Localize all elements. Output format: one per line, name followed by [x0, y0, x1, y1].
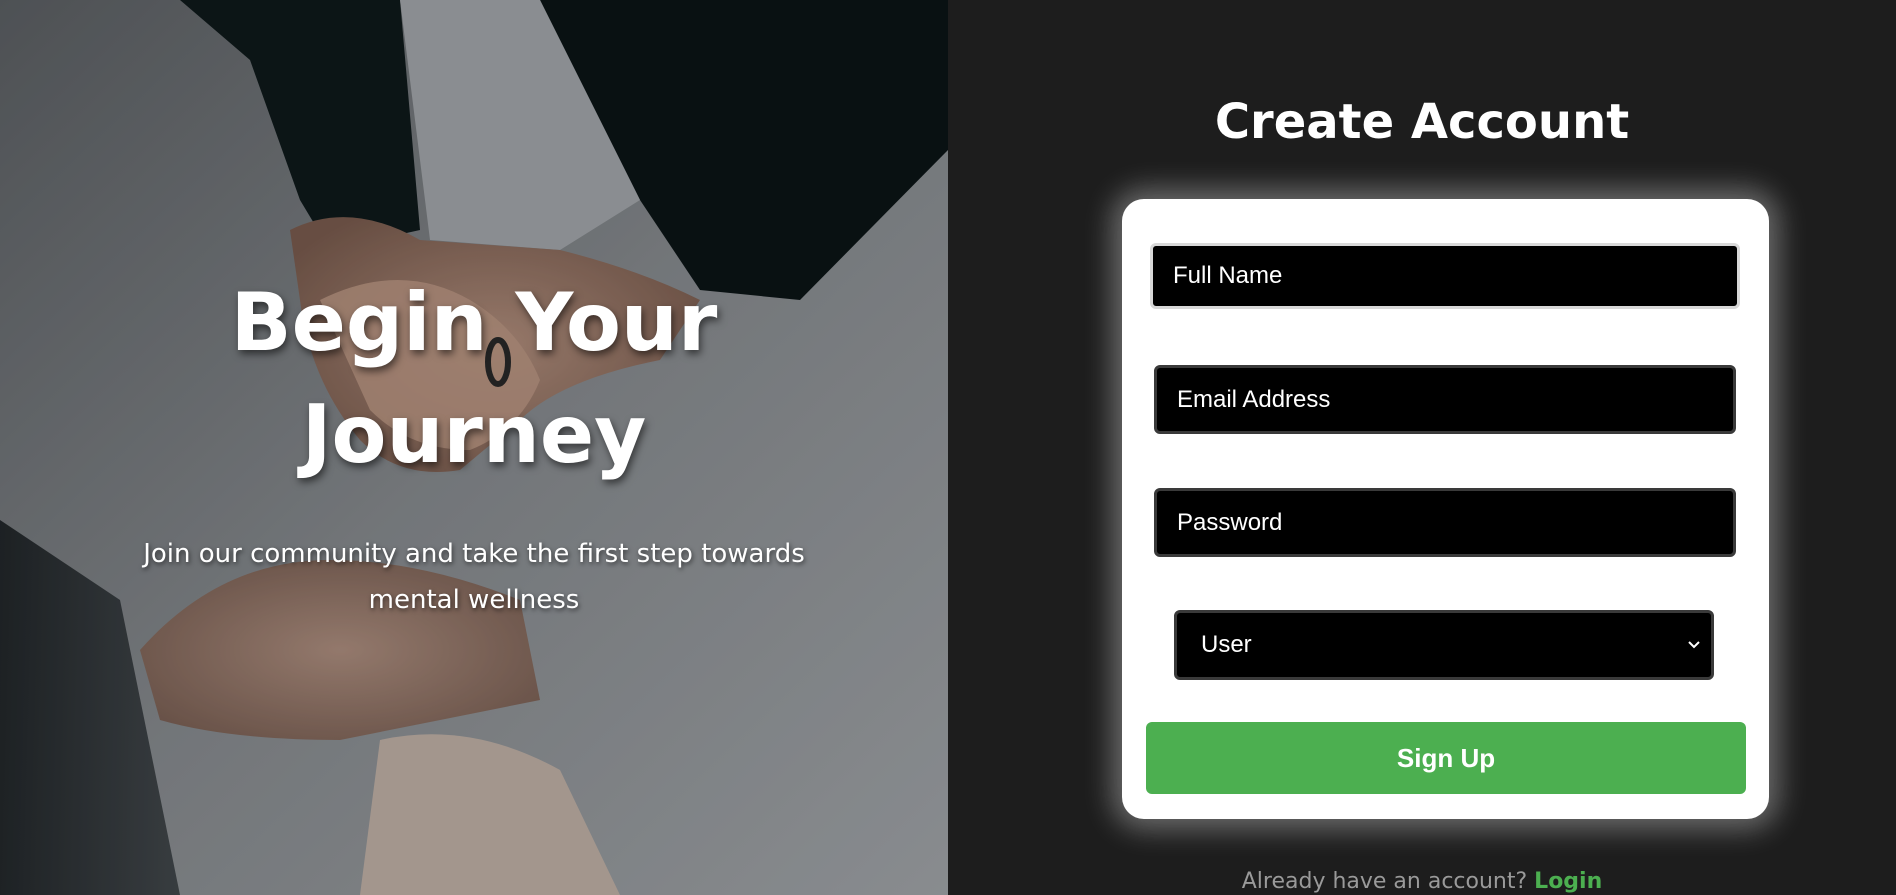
hero-content: Begin Your Journey Join our community an… [0, 0, 948, 895]
password-input[interactable] [1154, 488, 1736, 557]
full-name-input[interactable] [1150, 243, 1740, 309]
sign-up-button[interactable]: Sign Up [1146, 722, 1746, 794]
chevron-down-icon [1688, 641, 1700, 649]
hero-title: Begin Your Journey [230, 275, 718, 481]
email-input[interactable] [1154, 365, 1736, 434]
login-prompt-text: Already have an account? [1241, 869, 1528, 894]
hero-subtitle: Join our community and take the first st… [143, 538, 805, 615]
signup-form-card: User Sign Up [1122, 199, 1769, 819]
login-prompt: Already have an account? Login [948, 868, 1896, 895]
signup-page: Begin Your Journey Join our community an… [0, 0, 1896, 895]
login-link[interactable]: Login [1534, 869, 1602, 894]
signup-panel: Create Account User Sign Up Already have… [948, 0, 1896, 895]
role-select[interactable]: User [1174, 610, 1714, 680]
hero-section: Begin Your Journey Join our community an… [0, 0, 948, 895]
form-title: Create Account [1214, 94, 1630, 150]
role-select-value: User [1201, 631, 1252, 658]
